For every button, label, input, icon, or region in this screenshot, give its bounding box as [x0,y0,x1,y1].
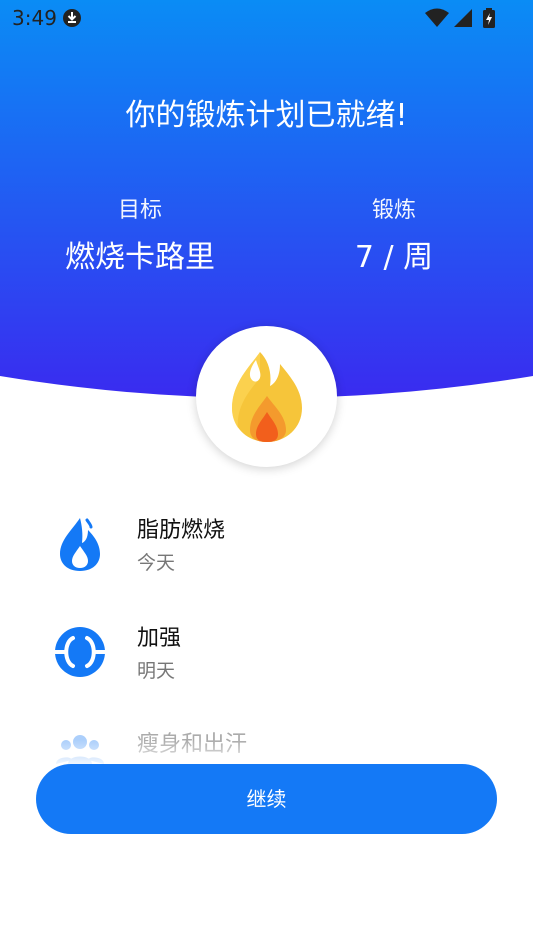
flame-icon [232,352,302,442]
workout-stat: 锻炼 7 / 周 [294,196,494,278]
list-item-subtitle: 今天 [137,552,176,574]
signal-icon [454,9,472,27]
workout-value: 7 / 周 [354,240,434,275]
flame-badge [196,326,337,467]
battery-charging-icon [483,8,495,28]
list-item-subtitle: 明天 [137,660,176,682]
goal-stat: 目标 燃烧卡路里 [40,196,240,278]
fat-burn-icon [52,516,108,572]
wifi-icon [425,8,449,27]
list-item-title: 加强 [137,626,182,651]
list-item-title: 脂肪燃烧 [137,518,226,543]
workout-label: 锻炼 [371,198,416,223]
status-time: 3:49 [12,6,57,30]
goal-value: 燃烧卡路里 [65,240,215,275]
list-item-fat-burn[interactable]: 脂肪燃烧 今天 [0,516,533,596]
status-bar: 3:49 [0,0,533,36]
goal-label: 目标 [117,198,162,223]
workout-plan-screen: 3:49 你的锻炼计划已就绪! 目标 燃烧卡路里 锻炼 7 / 周 脂肪燃烧 今… [0,0,533,948]
list-item-strength[interactable]: 加强 明天 [0,624,533,704]
continue-button[interactable]: 继续 [36,764,497,834]
download-icon [62,8,82,28]
plan-ready-title: 你的锻炼计划已就绪! [125,98,408,133]
strength-icon [52,624,108,680]
